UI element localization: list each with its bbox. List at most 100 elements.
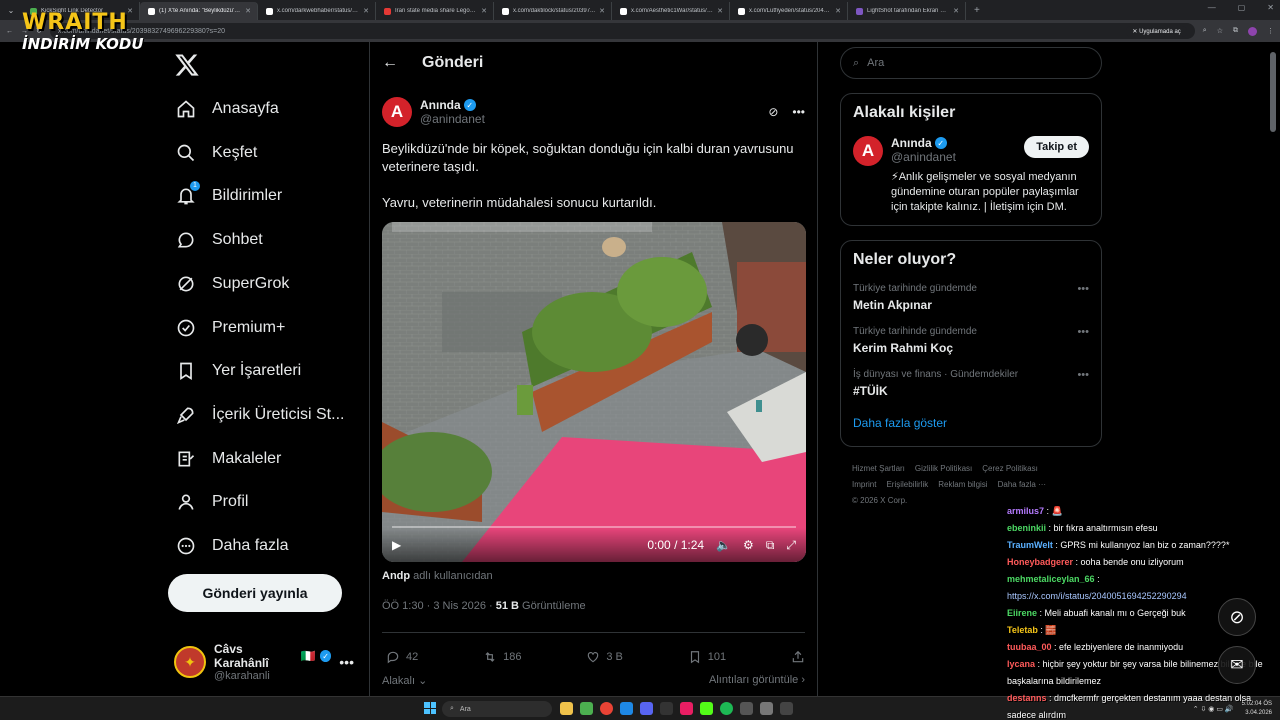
view-quotes-link[interactable]: Alıntıları görüntüle › xyxy=(709,674,805,687)
nav-item-i-erik-reticisi-st[interactable]: İçerik Üreticisi St... xyxy=(176,400,344,430)
app-icon[interactable] xyxy=(780,702,793,715)
open-in-app-button[interactable]: ✕ Uygulamada aç xyxy=(1126,25,1187,37)
browser-tab[interactable]: x.com/darkwebhaber/status/20... ✕ xyxy=(258,2,376,20)
chat-username[interactable]: mehmetaliceylan_66 xyxy=(1007,574,1095,584)
share-button[interactable] xyxy=(791,650,805,664)
trend-more-icon[interactable]: ••• xyxy=(1077,369,1089,381)
chat-username[interactable]: lycana xyxy=(1007,659,1035,669)
extensions-icon[interactable]: ⧉ xyxy=(1233,27,1238,35)
author-handle[interactable]: @anindanet xyxy=(420,112,485,126)
chat-username[interactable]: Teletab xyxy=(1007,625,1038,635)
back-nav-icon[interactable]: ← xyxy=(6,28,13,35)
show-more-link[interactable]: Daha fazla göster xyxy=(853,416,1089,436)
tab-menu-icon[interactable]: ⌄ xyxy=(0,6,22,15)
nav-item-supergrok[interactable]: SuperGrok xyxy=(176,269,289,299)
nav-item-bildirimler[interactable]: 1 Bildirimler xyxy=(176,181,282,211)
volume-icon[interactable]: 🔈 xyxy=(716,538,731,552)
browser-tab[interactable]: LightShot tarafından Ekran Gö... ✕ xyxy=(848,2,966,20)
nav-item-daha-fazla[interactable]: Daha fazla xyxy=(176,531,289,561)
browser-tab[interactable]: Iran state media share Lego p... ✕ xyxy=(376,2,494,20)
post-timestamp[interactable]: ÖÖ 1:30 · 3 Nis 2026 · xyxy=(382,600,496,612)
discord-icon[interactable] xyxy=(640,702,653,715)
search-input[interactable]: ⌕ Ara xyxy=(840,47,1102,79)
footer-link[interactable]: Reklam bilgisi xyxy=(938,480,987,489)
browser-tab[interactable]: x.com/Aesthetic1War/status/2... ✕ xyxy=(612,2,730,20)
taskbar-search[interactable]: ⌕ Ara xyxy=(442,701,552,717)
post-button[interactable]: Gönderi yayınla xyxy=(168,574,342,612)
nav-item-sohbet[interactable]: Sohbet xyxy=(176,225,263,255)
new-tab-button[interactable]: + xyxy=(966,5,988,16)
video-player[interactable]: ▶ 0:00 / 1:24 🔈 ⚙ ⧉ ⤢ xyxy=(382,222,806,562)
browser-tab[interactable]: x.com/Lutfiyeden/status/20400... ✕ xyxy=(730,2,848,20)
browser-tab[interactable]: (1) X'te Anında: "Beylikdüzü'nde... ✕ xyxy=(140,2,258,20)
more-icon[interactable]: ••• xyxy=(339,654,354,670)
nav-item-yer-i-aretleri[interactable]: Yer İşaretleri xyxy=(176,356,301,386)
scrollbar-thumb[interactable] xyxy=(1270,52,1276,132)
reply-button[interactable]: 42 xyxy=(386,650,418,664)
spotify-icon[interactable] xyxy=(720,702,733,715)
nav-item-profil[interactable]: Profil xyxy=(176,487,248,517)
chat-username[interactable]: ebeninkii xyxy=(1007,523,1046,533)
grok-icon[interactable]: ⊘ xyxy=(768,105,778,119)
close-tab-icon[interactable]: ✕ xyxy=(363,7,369,15)
app-icon[interactable] xyxy=(760,702,773,715)
post-more-icon[interactable]: ••• xyxy=(792,105,805,119)
chat-username[interactable]: Honeybadgerer xyxy=(1007,557,1073,567)
start-icon[interactable] xyxy=(424,702,436,714)
grok-float-button[interactable]: ⊘ xyxy=(1218,598,1256,636)
chrome-icon[interactable] xyxy=(600,702,613,715)
footer-link[interactable]: Gizlilik Politikası xyxy=(915,464,972,473)
trend-more-icon[interactable]: ••• xyxy=(1077,283,1089,295)
footer-link[interactable]: Daha fazla ··· xyxy=(998,480,1046,489)
chat-username[interactable]: tuubaa_00 xyxy=(1007,642,1052,652)
person-name[interactable]: Anında ✓ xyxy=(891,136,1016,150)
folder-icon[interactable] xyxy=(560,702,573,715)
footer-link[interactable]: Hizmet Şartları xyxy=(852,464,905,473)
nav-item-anasayfa[interactable]: Anasayfa xyxy=(176,94,279,124)
footer-link[interactable]: Erişilebilirlik xyxy=(886,480,928,489)
footer-link[interactable]: Çerez Politikası xyxy=(982,464,1038,473)
edge-icon[interactable] xyxy=(620,702,633,715)
trend-item[interactable]: Türkiye tarihinde gündemde Metin Akpınar •… xyxy=(853,283,1089,312)
footer-link[interactable]: Imprint xyxy=(852,480,876,489)
trend-more-icon[interactable]: ••• xyxy=(1077,326,1089,338)
like-button[interactable]: 3 B xyxy=(586,650,623,664)
zoom-icon[interactable]: ⌕ xyxy=(1203,27,1207,35)
close-tab-icon[interactable]: ✕ xyxy=(835,7,841,15)
nav-item-makaleler[interactable]: Makaleler xyxy=(176,444,281,474)
close-window-icon[interactable]: ✕ xyxy=(1267,3,1274,12)
author-name[interactable]: Anında ✓ xyxy=(420,98,485,112)
relevance-dropdown[interactable]: Alakalı ⌄ xyxy=(382,674,427,687)
back-arrow-icon[interactable]: ← xyxy=(382,54,398,72)
star-icon[interactable]: ☆ xyxy=(1217,27,1223,35)
app-icon[interactable] xyxy=(660,702,673,715)
relevant-person[interactable]: A Anında ✓ @anindanet Takip et xyxy=(853,136,1089,166)
attributed-user[interactable]: Andp xyxy=(382,570,410,582)
url-field[interactable]: x.com/anindanet/status/20398327496962293… xyxy=(49,23,1195,39)
chat-username[interactable]: armilus7 xyxy=(1007,506,1044,516)
close-tab-icon[interactable]: ✕ xyxy=(599,7,605,15)
app-icon[interactable] xyxy=(680,702,693,715)
repost-button[interactable]: 186 xyxy=(483,650,521,664)
account-switcher[interactable]: ✦ Câvs Karahânlî 🇮🇹 ✓ @karahanli ••• xyxy=(174,642,354,682)
play-icon[interactable]: ▶ xyxy=(392,538,401,552)
nav-item-premium[interactable]: Premium+ xyxy=(176,313,285,343)
close-tab-icon[interactable]: ✕ xyxy=(717,7,723,15)
minimize-icon[interactable]: — xyxy=(1208,3,1216,12)
messages-float-button[interactable]: ✉ xyxy=(1218,646,1256,684)
settings-icon[interactable]: ⚙ xyxy=(743,538,754,552)
trend-item[interactable]: Türkiye tarihinde gündemde Kerim Rahmi Ko… xyxy=(853,326,1089,355)
chat-username[interactable]: Eiirene xyxy=(1007,608,1037,618)
browser-tab[interactable]: x.com/daktilock/status/20397... ✕ xyxy=(494,2,612,20)
trend-item[interactable]: İş dünyası ve finans · Gündemdekiler #TÜİ… xyxy=(853,369,1089,398)
close-tab-icon[interactable]: ✕ xyxy=(953,7,959,15)
pip-icon[interactable]: ⧉ xyxy=(766,538,775,553)
x-logo-icon[interactable] xyxy=(174,52,200,78)
nav-item-ke-fet[interactable]: Keşfet xyxy=(176,138,257,168)
bookmark-button[interactable]: 101 xyxy=(688,650,726,664)
chat-username[interactable]: destanns xyxy=(1007,693,1047,703)
close-tab-icon[interactable]: ✕ xyxy=(245,7,251,15)
browser-menu-icon[interactable]: ⋮ xyxy=(1267,27,1274,35)
profile-avatar[interactable] xyxy=(1248,26,1257,36)
chat-username[interactable]: TraumWelt xyxy=(1007,540,1053,550)
